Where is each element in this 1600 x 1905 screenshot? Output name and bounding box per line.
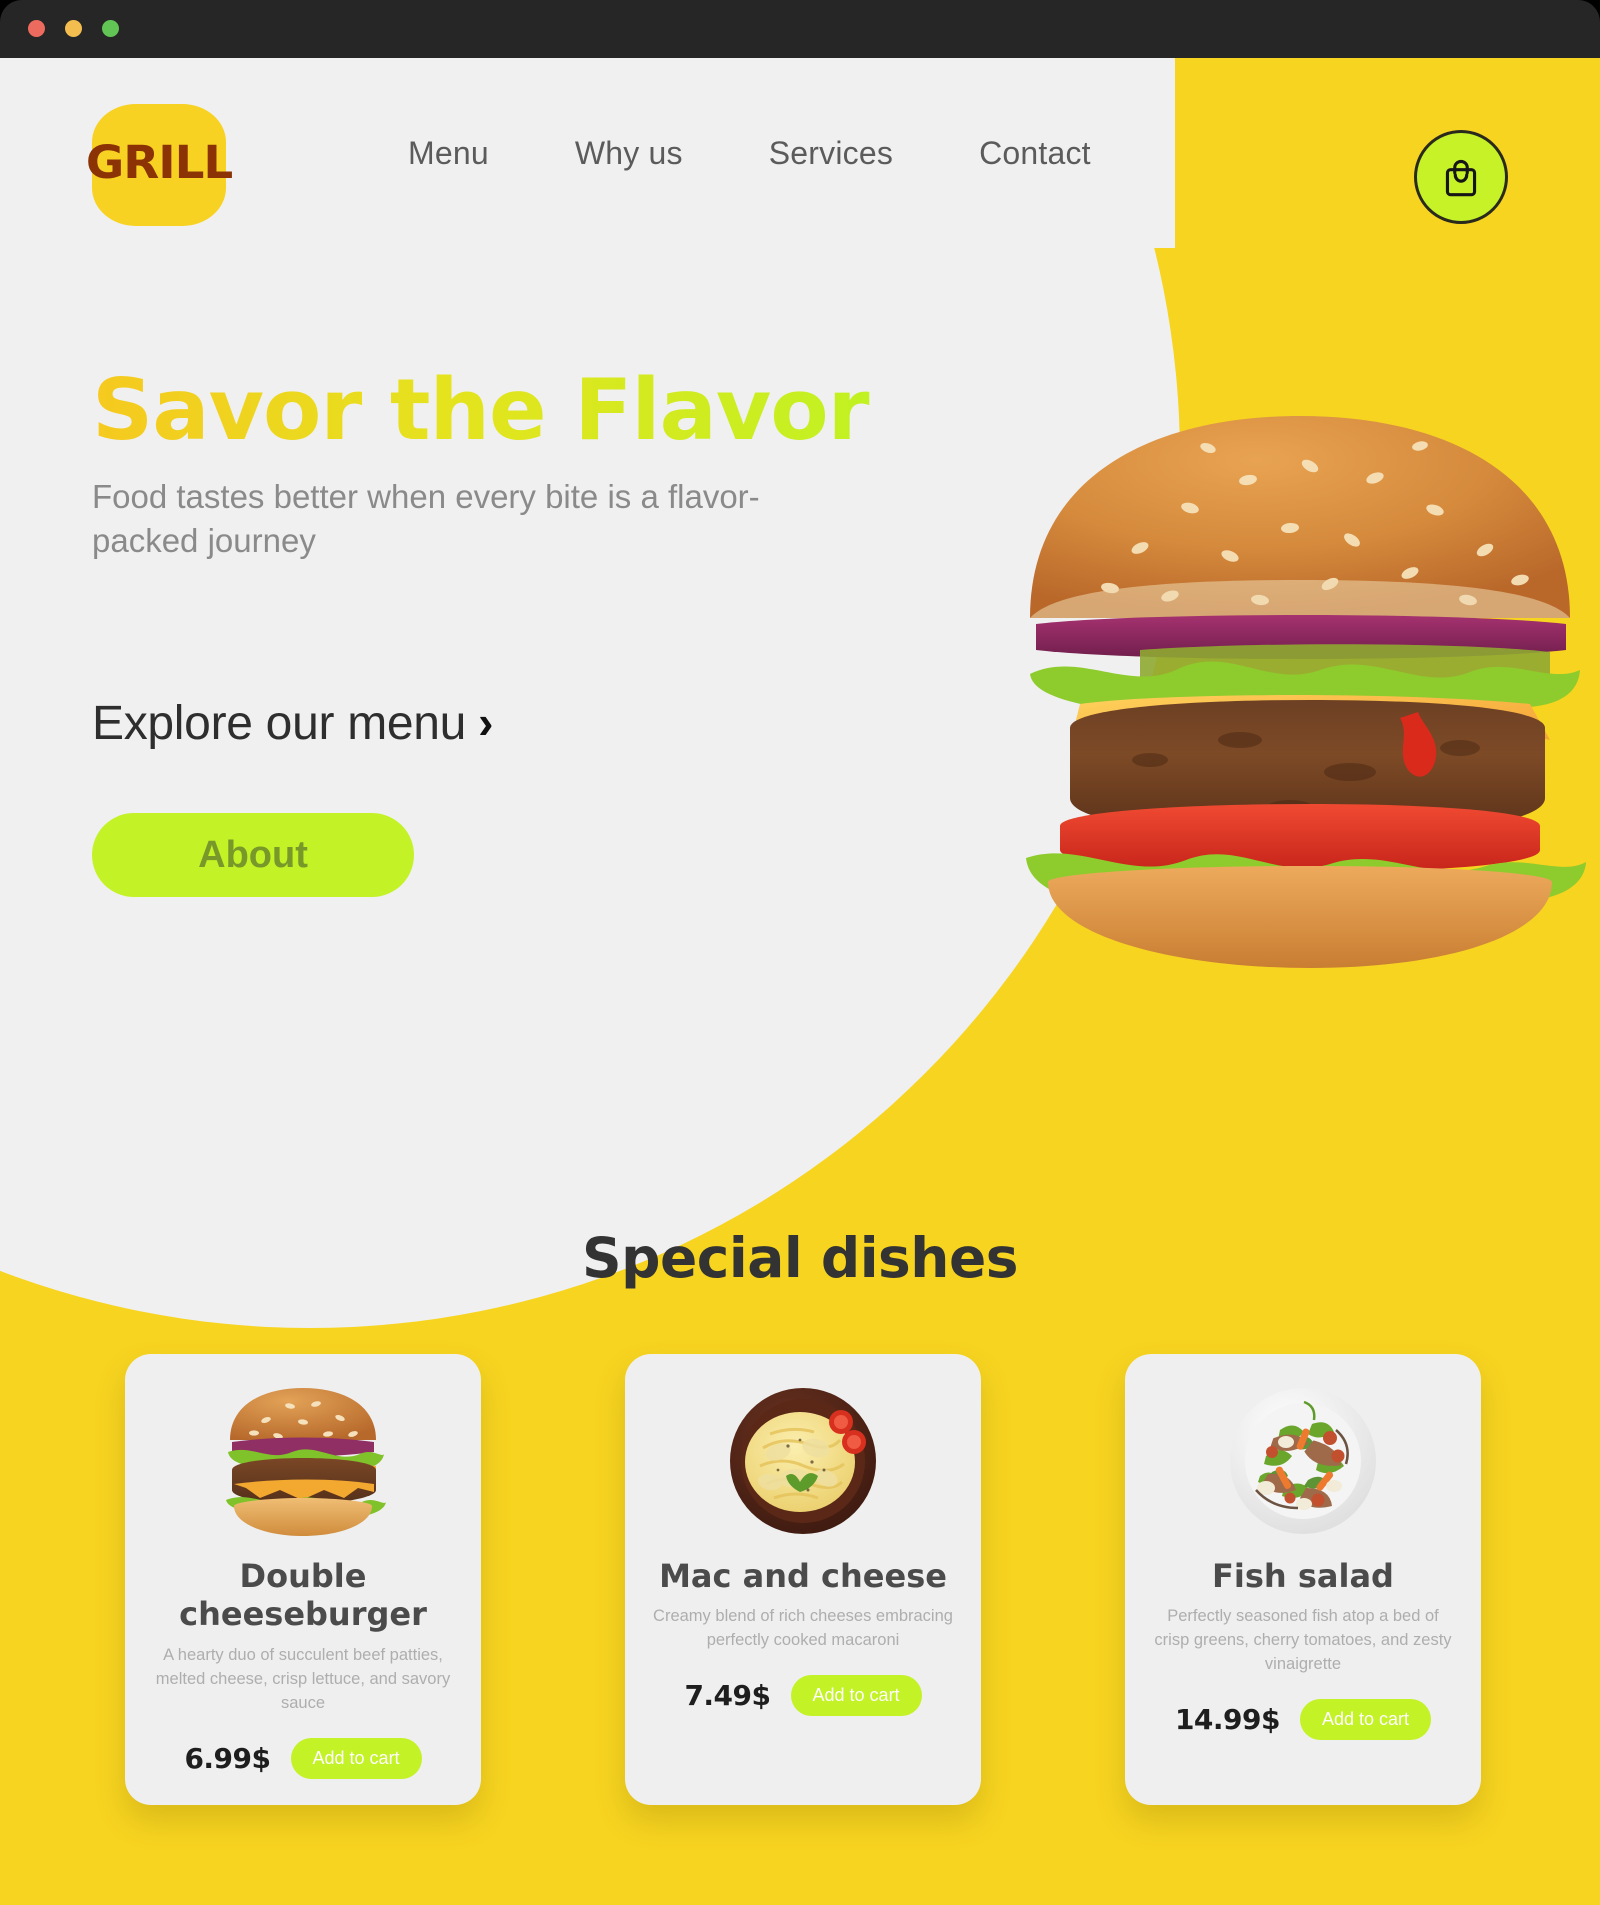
special-dishes-heading: Special dishes [581, 1226, 1019, 1290]
shopping-bag-icon [1445, 159, 1477, 197]
hero-section: Savor the Flavor Food tastes better when… [92, 368, 912, 562]
dish-title: Double cheeseburger [179, 1557, 427, 1634]
add-to-cart-button[interactable]: Add to cart [290, 1737, 422, 1779]
nav-item-services[interactable]: Services [769, 135, 893, 172]
dish-footer: 14.99$ Add to cart [1145, 1699, 1461, 1741]
browser-title-bar [0, 0, 1600, 58]
add-to-cart-button[interactable]: Add to cart [790, 1675, 922, 1717]
dish-title: Fish salad [1212, 1557, 1394, 1595]
nav-item-why-us[interactable]: Why us [575, 135, 683, 172]
main-navigation: Menu Why us Services Contact [408, 58, 1091, 248]
double-cheeseburger-image [226, 1388, 386, 1536]
brand-logo[interactable]: GRILL [86, 104, 233, 226]
dish-title: Mac and cheese [659, 1557, 947, 1595]
explore-menu-link[interactable]: Explore our menu › [92, 696, 493, 751]
dish-description: Creamy blend of rich cheeses embracing p… [653, 1607, 953, 1650]
dish-price: 14.99$ [1174, 1703, 1281, 1737]
hero-burger-image [1026, 416, 1586, 968]
dish-price: 6.99$ [184, 1741, 271, 1775]
nav-item-contact[interactable]: Contact [979, 135, 1091, 172]
dish-price: 7.49$ [684, 1679, 771, 1713]
logo-text: GRILL [85, 136, 233, 189]
window-controls [28, 20, 119, 37]
hero-subtitle: Food tastes better when every bite is a … [92, 478, 760, 559]
about-button[interactable]: About [92, 813, 414, 897]
dish-card[interactable]: Fish salad Perfectly seasoned fish atop … [1125, 1354, 1481, 1805]
close-window-button[interactable] [28, 20, 45, 37]
dish-card[interactable]: Double cheeseburger A hearty duo of succ… [125, 1354, 481, 1805]
maximize-window-button[interactable] [102, 20, 119, 37]
chevron-right-icon: › [478, 695, 494, 748]
hero-title: Savor the Flavor [92, 368, 912, 453]
special-dishes-list: Double cheeseburger A hearty duo of succ… [125, 1354, 1481, 1805]
dish-footer: 6.99$ Add to cart [145, 1737, 461, 1779]
explore-menu-label: Explore our menu [92, 697, 467, 750]
cart-button[interactable] [1414, 130, 1508, 224]
fish-salad-image [1230, 1388, 1376, 1534]
nav-item-menu[interactable]: Menu [408, 135, 489, 172]
dish-footer: 7.49$ Add to cart [645, 1675, 961, 1717]
add-to-cart-button[interactable]: Add to cart [1300, 1699, 1432, 1741]
mac-and-cheese-image [730, 1388, 876, 1534]
app-root: GRILL Menu Why us Services Contact Savor… [0, 0, 1600, 1905]
dish-description: Perfectly seasoned fish atop a bed of cr… [1154, 1607, 1452, 1674]
dish-card[interactable]: Mac and cheese Creamy blend of rich chee… [625, 1354, 981, 1805]
minimize-window-button[interactable] [65, 20, 82, 37]
page-viewport: GRILL Menu Why us Services Contact Savor… [0, 58, 1600, 1905]
dish-description: A hearty duo of succulent beef patties, … [155, 1645, 451, 1712]
site-header: GRILL Menu Why us Services Contact [0, 58, 1600, 248]
